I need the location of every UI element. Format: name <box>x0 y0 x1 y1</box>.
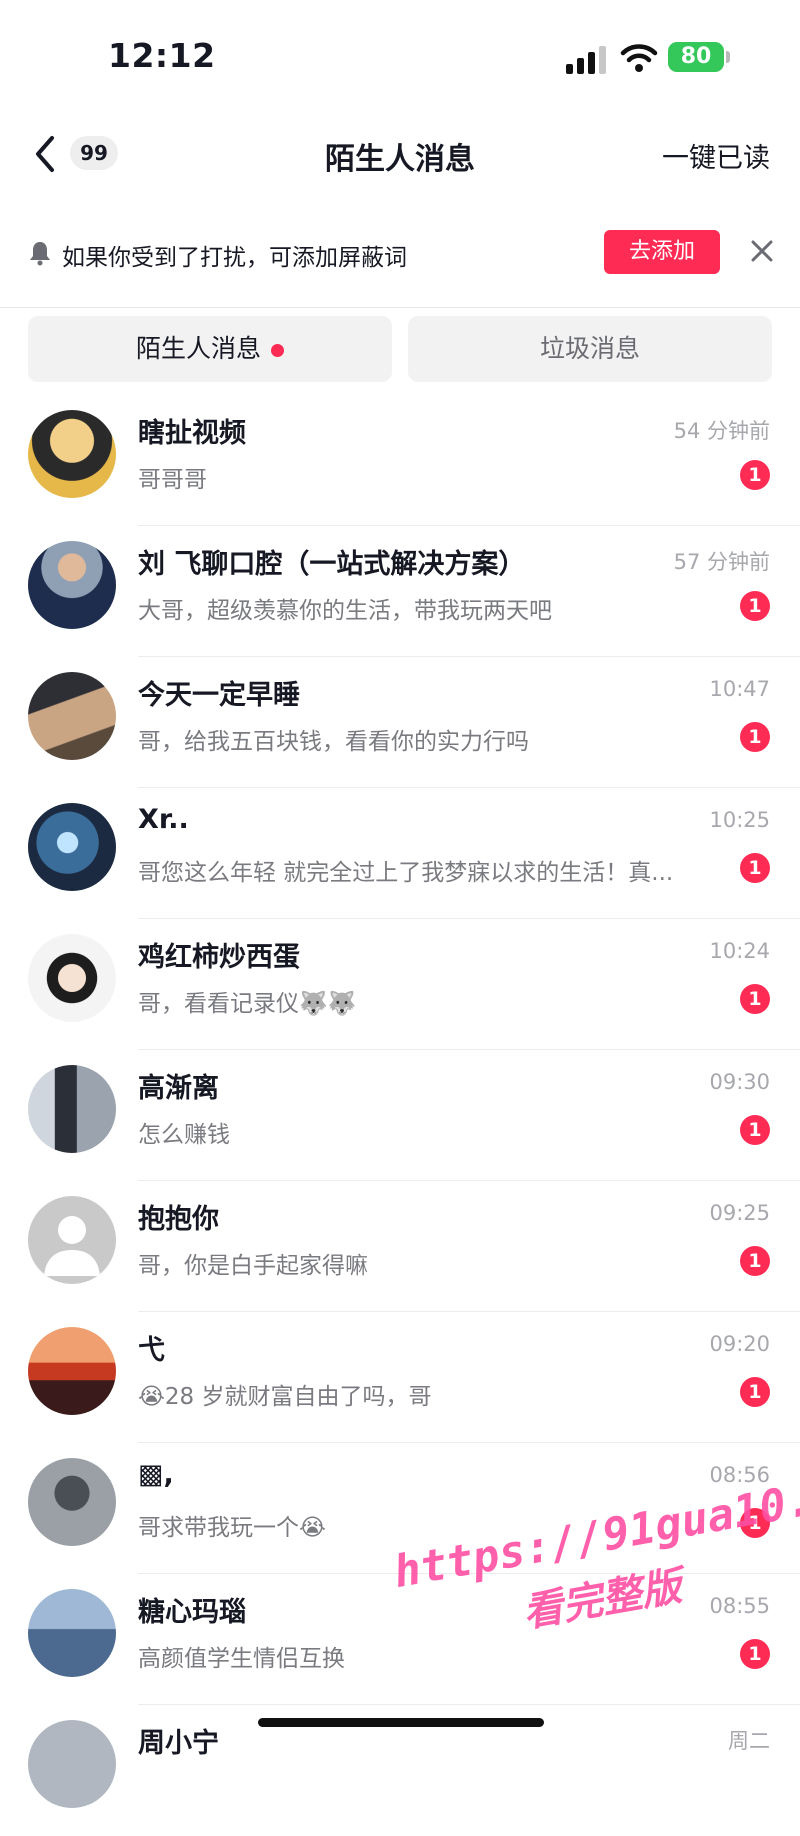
conversation-row[interactable]: 鸡红柿炒西蛋 10:24 哥，看看记录仪🐺🐺 1 <box>0 919 800 1050</box>
contact-name: 高渐离 <box>138 1073 219 1104</box>
message-time: 09:30 <box>709 1070 770 1094</box>
conversation-row[interactable]: 今天一定早睡 10:47 哥，给我五百块钱，看看你的实力行吗 1 <box>0 657 800 788</box>
contact-name: 糖心玛瑙 <box>138 1597 246 1628</box>
wifi-icon <box>620 44 658 72</box>
home-indicator[interactable] <box>258 1718 544 1727</box>
battery-icon: 80 <box>668 42 724 72</box>
mark-all-read-button[interactable]: 一键已读 <box>662 136 770 175</box>
unread-badge: 1 <box>740 1115 770 1145</box>
message-preview: 😭28 岁就财富自由了吗，哥 <box>138 1384 432 1410</box>
status-bar: 12:12 80 <box>0 0 800 110</box>
avatar[interactable] <box>28 1589 116 1677</box>
message-preview: 大哥，超级羡慕你的生活，带我玩两天吧 <box>138 598 552 624</box>
avatar[interactable] <box>28 541 116 629</box>
tab-label: 陌生人消息 <box>135 334 261 363</box>
unread-badge: 1 <box>740 1639 770 1669</box>
avatar[interactable] <box>28 1720 116 1808</box>
battery-level: 80 <box>680 44 712 69</box>
contact-name: 瞎扯视频 <box>138 418 246 449</box>
message-time: 10:47 <box>709 677 770 701</box>
avatar[interactable] <box>28 410 116 498</box>
notice-text: 如果你受到了打扰，可添加屏蔽词 <box>62 245 407 271</box>
clock: 12:12 <box>108 36 216 75</box>
add-block-words-button[interactable]: 去添加 <box>604 230 720 274</box>
message-time: 周二 <box>728 1729 770 1753</box>
unread-badge: 1 <box>740 984 770 1014</box>
conversation-row[interactable]: 弋 09:20 😭28 岁就财富自由了吗，哥 1 <box>0 1312 800 1443</box>
contact-name: 鸡红柿炒西蛋 <box>138 942 300 973</box>
message-time: 09:20 <box>709 1332 770 1356</box>
unread-badge: 1 <box>740 1246 770 1276</box>
avatar[interactable] <box>28 803 116 891</box>
contact-name: 今天一定早睡 <box>138 680 300 711</box>
unread-badge: 1 <box>740 591 770 621</box>
conversation-row[interactable]: 抱抱你 09:25 哥，你是白手起家得嘛 1 <box>0 1181 800 1312</box>
message-preview: 哥哥哥 <box>138 467 207 493</box>
battery-tip <box>726 51 730 63</box>
message-preview: 哥，你是白手起家得嘛 <box>138 1253 368 1279</box>
user-placeholder-icon <box>44 1216 100 1276</box>
contact-name: ▩, <box>138 1459 174 1490</box>
unread-badge: 1 <box>740 460 770 490</box>
message-time: 54 分钟前 <box>673 419 770 443</box>
tab-spam-messages[interactable]: 垃圾消息 <box>408 316 772 382</box>
message-preview: 哥，看看记录仪🐺🐺 <box>138 991 357 1017</box>
bell-icon <box>30 242 50 266</box>
conversation-row[interactable]: 瞎扯视频 54 分钟前 哥哥哥 1 <box>0 395 800 526</box>
avatar[interactable] <box>28 934 116 1022</box>
message-preview: 哥您这么年轻 就完全过上了我梦寐以求的生活！真... <box>138 860 674 886</box>
nav-bar: 99 陌生人消息 一键已读 <box>0 110 800 198</box>
avatar[interactable] <box>28 1065 116 1153</box>
contact-name: Xr.. <box>138 804 189 835</box>
avatar[interactable] <box>28 672 116 760</box>
conversation-list: 瞎扯视频 54 分钟前 哥哥哥 1 刘 飞聊口腔（一站式解决方案） 57 分钟前… <box>0 395 800 1836</box>
contact-name: 周小宁 <box>138 1728 219 1759</box>
unread-badge: 1 <box>740 722 770 752</box>
default-avatar[interactable] <box>28 1196 116 1284</box>
avatar[interactable] <box>28 1327 116 1415</box>
unread-badge: 1 <box>740 853 770 883</box>
tab-label: 垃圾消息 <box>539 334 640 363</box>
close-icon[interactable] <box>748 236 776 266</box>
conversation-row[interactable]: 高渐离 09:30 怎么赚钱 1 <box>0 1050 800 1181</box>
message-preview: 怎么赚钱 <box>138 1122 230 1148</box>
contact-name: 抱抱你 <box>138 1204 219 1235</box>
block-words-notice: 如果你受到了打扰，可添加屏蔽词 去添加 <box>0 208 800 298</box>
contact-name: 弋 <box>138 1335 165 1366</box>
tab-stranger-messages[interactable]: 陌生人消息 <box>28 316 392 382</box>
conversation-row[interactable]: 刘 飞聊口腔（一站式解决方案） 57 分钟前 大哥，超级羡慕你的生活，带我玩两天… <box>0 526 800 657</box>
message-tabs: 陌生人消息 垃圾消息 <box>28 316 772 382</box>
message-time: 10:25 <box>709 808 770 832</box>
message-time: 10:24 <box>709 939 770 963</box>
contact-name: 刘 飞聊口腔（一站式解决方案） <box>138 549 526 580</box>
message-time: 57 分钟前 <box>673 550 770 574</box>
new-dot <box>271 343 284 357</box>
avatar[interactable] <box>28 1458 116 1546</box>
unread-badge: 1 <box>740 1377 770 1407</box>
message-preview: 哥，给我五百块钱，看看你的实力行吗 <box>138 729 529 755</box>
message-time: 09:25 <box>709 1201 770 1225</box>
divider <box>0 307 800 308</box>
conversation-row[interactable]: Xr.. 10:25 哥您这么年轻 就完全过上了我梦寐以求的生活！真... 1 <box>0 788 800 919</box>
cellular-signal-icon <box>566 46 606 74</box>
